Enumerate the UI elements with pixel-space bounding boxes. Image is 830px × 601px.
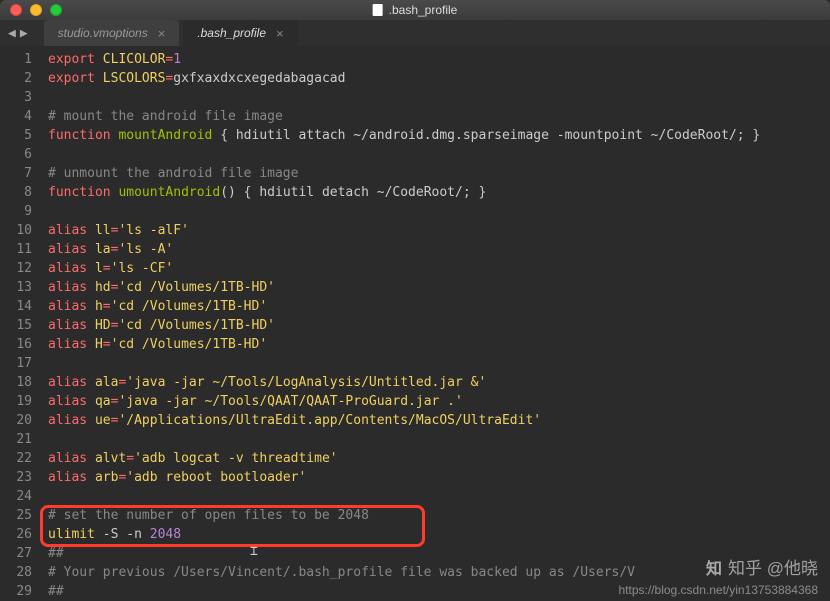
titlebar: .bash_profile — [0, 0, 830, 20]
nav-forward-icon[interactable]: ▶ — [20, 26, 28, 41]
toolbar-row: ◀ ▶ studio.vmoptions × .bash_profile × — [0, 20, 830, 46]
editor: 1234567891011121314151617181920212223242… — [0, 46, 830, 601]
watermark: 知 知乎 @他晓 — [706, 554, 818, 579]
editor-window: .bash_profile ◀ ▶ studio.vmoptions × .ba… — [0, 0, 830, 601]
window-title-text: .bash_profile — [389, 3, 458, 17]
close-icon[interactable]: × — [276, 26, 284, 41]
close-icon[interactable]: × — [158, 26, 166, 41]
close-window-button[interactable] — [10, 4, 22, 16]
tab-label: .bash_profile — [197, 26, 266, 40]
text-cursor-icon: ⌶ — [250, 544, 258, 559]
zhihu-logo-icon: 知 — [706, 555, 722, 579]
minimize-window-button[interactable] — [30, 4, 42, 16]
tab-bash-profile[interactable]: .bash_profile × — [183, 20, 297, 46]
tab-label: studio.vmoptions — [58, 26, 148, 40]
document-icon — [373, 4, 383, 16]
watermark-url: https://blog.csdn.net/yin13753884368 — [619, 583, 819, 597]
nav-arrows: ◀ ▶ — [8, 26, 28, 41]
nav-back-icon[interactable]: ◀ — [8, 26, 16, 41]
window-controls — [10, 4, 62, 16]
window-title: .bash_profile — [373, 3, 458, 17]
line-number-gutter: 1234567891011121314151617181920212223242… — [0, 46, 40, 601]
maximize-window-button[interactable] — [50, 4, 62, 16]
code-area[interactable]: export CLICOLOR=1export LSCOLORS=gxfxaxd… — [40, 46, 830, 601]
tab-studio-vmoptions[interactable]: studio.vmoptions × — [44, 20, 180, 46]
watermark-text: 知乎 @他晓 — [728, 554, 818, 579]
tab-bar: studio.vmoptions × .bash_profile × — [44, 20, 302, 46]
